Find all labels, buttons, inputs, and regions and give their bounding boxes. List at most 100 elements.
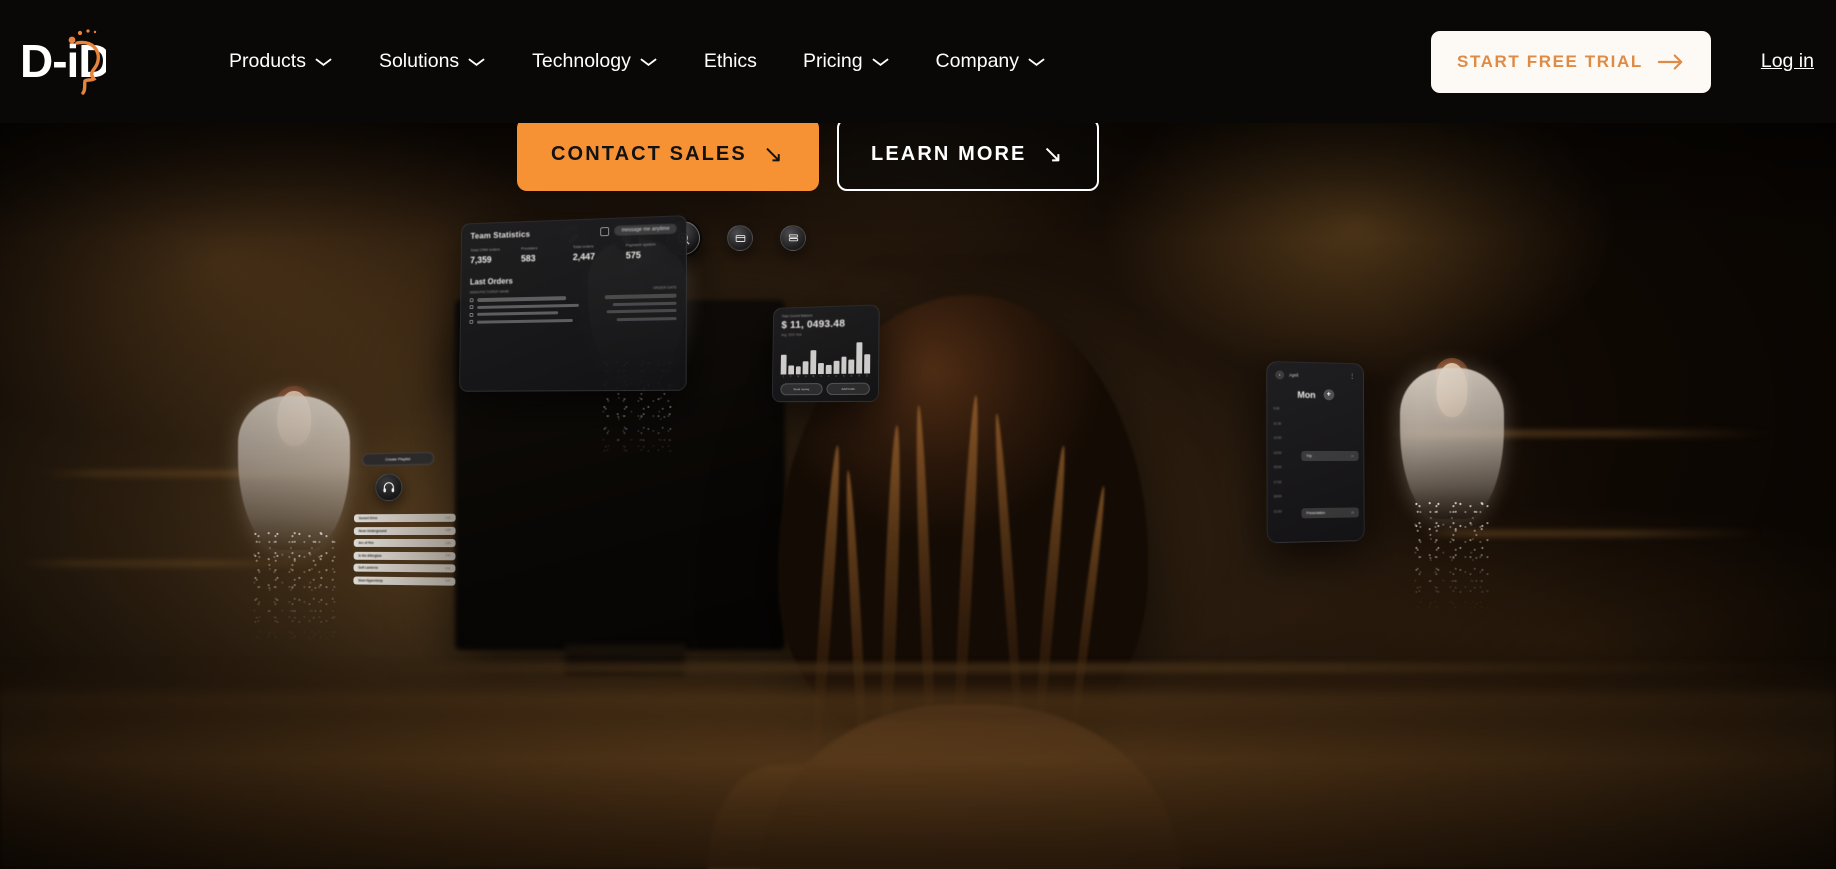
nav-item-solutions[interactable]: Solutions [356,50,509,73]
chevron-down-icon [467,56,486,68]
nav-label: Solutions [379,50,459,73]
nav-label: Ethics [704,50,757,73]
calendar-time-slot: 9:00 [1273,407,1357,422]
arrow-right-icon [1657,53,1685,71]
panel-header-pill: message me anytime [615,224,677,236]
calendar-time-slot: 11:00 [1273,421,1357,436]
bar-tick-label: J [826,375,832,378]
brand-logo[interactable]: D-iD [20,21,106,102]
event-title: Presentation [1306,511,1325,515]
bar [781,355,787,374]
learn-more-button[interactable]: LEARN MORE ↘ [837,118,1099,191]
kpi-label: Payment system [626,242,677,248]
kpi-value: 7,359 [470,254,518,265]
nav-label: Pricing [803,50,863,73]
playlist-track: Soft Lanterns 4:31 [353,564,455,573]
kpi-value: 2,447 [573,251,623,263]
nav-item-ethics[interactable]: Ethics [681,50,780,73]
bar-chart [773,335,878,375]
bar-tick-label: M [795,375,801,378]
chevron-down-icon [1027,56,1046,68]
team-statistics-panel: Team Statistics message me anytime Total… [459,215,687,392]
chevron-down-icon [639,56,658,68]
nav-item-technology[interactable]: Technology [509,50,681,73]
kpi-label: Total orders [573,244,623,250]
calendar-time-slot: 12:00 [1273,436,1357,451]
contact-sales-button[interactable]: CONTACT SALES ↘ [517,118,819,191]
plus-icon: + [1323,389,1334,400]
cta-label: START FREE TRIAL [1457,52,1643,72]
button-label: LEARN MORE [871,143,1026,166]
balance-chart-panel: Total Current Balance $ 11, 0493.48 Avg.… [772,304,880,402]
kpi-label: Providers [521,245,570,251]
calendar-time-slot: 17:00 [1274,479,1358,494]
bar [826,365,832,374]
bar [856,343,862,374]
table-row [470,309,677,317]
nav-label: Technology [532,50,631,73]
chevron-down-icon [871,56,890,68]
nav-item-products[interactable]: Products [206,50,356,73]
kpi-value: 575 [626,249,677,261]
checkbox-icon [470,298,474,302]
header-actions: START FREE TRIAL Log in [1431,31,1836,93]
kpi-item: Payment system 575 [626,242,677,261]
kpi-value: 583 [521,252,570,263]
bar [788,365,794,374]
column-header-left: MANUFACTURER NAME [470,290,509,295]
main-navigation: Products Solutions Technology Ethics Pri… [206,50,1069,73]
checkbox-icon [470,313,474,317]
send-money-button: Send money [780,383,822,395]
bar-tick-label: A [803,375,809,378]
bar [818,363,824,374]
event-meta: 1h [1351,454,1354,457]
hero-cta-group: CONTACT SALES ↘ LEARN MORE ↘ [517,118,1099,191]
bar-tick-label: O [849,375,855,378]
bar-tick-label: D [864,374,870,377]
arrow-down-right-icon: ↘ [763,143,785,167]
calendar-time-slot: 15:00 [1274,465,1358,480]
kpi-item: Total CRM orders 7,359 [470,247,518,265]
calendar-event: Trip 1h [1301,451,1358,461]
bar-tick-label: J [818,375,824,378]
button-label: CONTACT SALES [551,143,747,166]
kebab-menu-icon: ⋮ [1349,373,1355,380]
add-funds-button: Add funds [826,383,870,395]
calendar-month: April [1289,373,1298,378]
kpi-item: Total orders 2,447 [573,244,623,263]
nav-label: Products [229,50,306,73]
nav-item-pricing[interactable]: Pricing [780,50,913,73]
nav-item-company[interactable]: Company [913,50,1069,73]
playlist-track: Slow Hypersleep 3:07 [353,576,455,585]
panel-title: Team Statistics [470,229,530,240]
column-header-right: ORDER DATE [653,285,677,290]
panel-action-icon [601,226,610,235]
playlist-panel: Create Playlist Sunset Drive 3:42 Neon Und… [353,451,456,625]
bar-tick-label: M [810,375,816,378]
chevron-down-icon [314,56,333,68]
event-title: Trip [1306,454,1312,458]
kpi-item: Providers 583 [521,245,570,263]
card-icon [727,225,753,251]
bar [796,366,802,374]
site-header: D-iD Products Solutions Technology Ethic… [0,0,1836,123]
bar [811,350,817,374]
bar-tick-label: A [833,375,839,378]
playlist-track: Neon Underground 4:08 [354,526,456,534]
playlist-track: Sunset Drive 3:42 [354,514,456,523]
checkbox-icon [470,305,474,309]
event-meta: 2h [1351,511,1354,514]
checkbox-icon [469,320,473,324]
playlist-track: In the Afterglow 3:19 [354,552,456,560]
table-row [470,301,677,309]
arrow-down-right-icon: ↘ [1043,143,1065,167]
bar [803,361,809,374]
login-link[interactable]: Log in [1761,50,1814,73]
start-free-trial-button[interactable]: START FREE TRIAL [1431,31,1711,93]
table-row [469,316,676,324]
calendar-event: Presentation 2h [1301,507,1358,518]
layers-icon [780,225,806,251]
chevron-left-icon: ‹ [1275,370,1284,379]
headphones-icon [375,473,402,501]
playlist-track-list: Sunset Drive 3:42 Neon Underground 4:08 Arc … [353,514,455,586]
